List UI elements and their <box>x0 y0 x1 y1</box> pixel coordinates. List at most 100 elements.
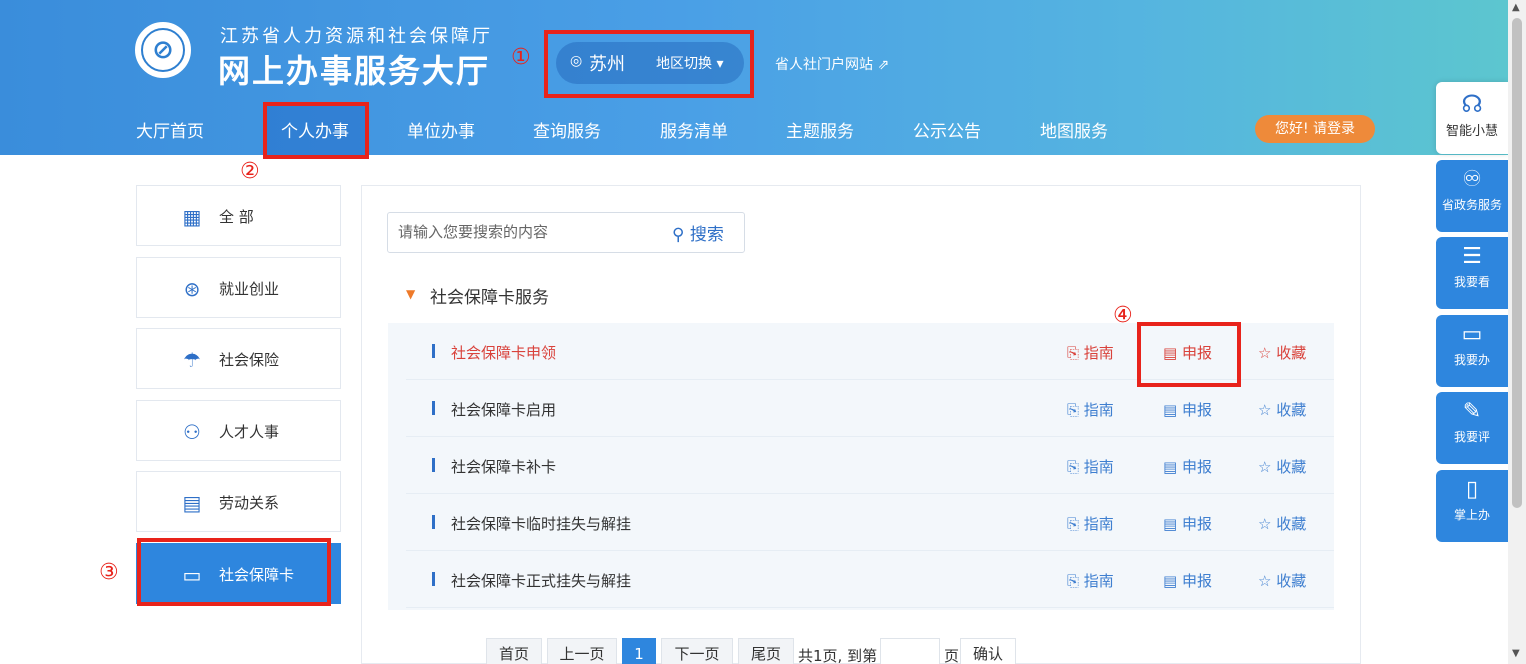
handle-label: 我要办 <box>1453 353 1490 367</box>
favorite-button[interactable]: ☆ 收藏 <box>1258 399 1306 420</box>
apply-label: 申报 <box>1181 458 1212 476</box>
apply-label: 申报 <box>1181 401 1212 419</box>
apply-button[interactable]: ▤ 申报 <box>1163 399 1212 420</box>
guide-icon: ⎘ <box>1067 458 1084 476</box>
grid-icon: ▦ <box>182 205 202 229</box>
favorite-button[interactable]: ☆ 收藏 <box>1258 456 1306 477</box>
sidebar-item-label: 全 部 <box>219 208 254 226</box>
favorite-label: 收藏 <box>1276 401 1307 419</box>
handle-button[interactable]: ▭ 我要办 <box>1436 315 1508 387</box>
nav-query[interactable]: 查询服务 <box>533 117 601 142</box>
collapse-triangle-icon[interactable]: ▼ <box>406 287 415 301</box>
nav-personal[interactable]: 个人办事 <box>281 117 349 142</box>
nav-map[interactable]: 地图服务 <box>1040 117 1108 142</box>
table-row: 社会保障卡临时挂失与解挂 ⎘ 指南 ▤ 申报 ☆ 收藏 <box>406 494 1334 551</box>
favorite-button[interactable]: ☆ 收藏 <box>1258 513 1306 534</box>
search-input[interactable] <box>398 221 658 243</box>
service-name[interactable]: 社会保障卡正式挂失与解挂 <box>451 570 631 591</box>
nav-notice[interactable]: 公示公告 <box>913 117 981 142</box>
star-icon: ☆ <box>1258 572 1277 590</box>
tie-icon: ⊛ <box>183 277 201 301</box>
guide-label: 指南 <box>1083 458 1114 476</box>
guide-label: 指南 <box>1083 401 1114 419</box>
nav-company[interactable]: 单位办事 <box>407 117 475 142</box>
service-name[interactable]: 社会保障卡申领 <box>451 342 556 363</box>
view-button[interactable]: ☰ 我要看 <box>1436 237 1508 309</box>
page-number-input[interactable] <box>880 638 940 664</box>
gov-logo-icon: ♾ <box>1462 167 1482 192</box>
ai-assistant-button[interactable]: ☊ 智能小慧 <box>1436 82 1508 154</box>
search-button[interactable]: ⚲ 搜索 <box>672 220 724 245</box>
org-name: 江苏省人力资源和社会保障厅 <box>220 26 493 47</box>
favorite-label: 收藏 <box>1276 572 1307 590</box>
sidebar-item-labor[interactable]: ▤ 劳动关系 <box>136 471 341 532</box>
rate-button[interactable]: ✎ 我要评 <box>1436 392 1508 464</box>
gov-service-label: 省政务服务 <box>1441 198 1502 212</box>
guide-button[interactable]: ⎘ 指南 <box>1067 513 1114 534</box>
service-name[interactable]: 社会保障卡启用 <box>451 399 556 420</box>
umbrella-icon: ☂ <box>183 348 201 372</box>
annotation-2: ② <box>240 159 260 184</box>
apply-button[interactable]: ▤ 申报 <box>1163 570 1212 591</box>
sidebar-item-insurance[interactable]: ☂ 社会保险 <box>136 328 341 389</box>
service-name[interactable]: 社会保障卡补卡 <box>451 456 556 477</box>
guide-icon: ⎘ <box>1067 344 1084 362</box>
sidebar-item-talent[interactable]: ⚇ 人才人事 <box>136 400 341 461</box>
view-label: 我要看 <box>1453 275 1490 289</box>
nav-service-list[interactable]: 服务清单 <box>660 117 728 142</box>
last-page-button[interactable]: 尾页 <box>738 638 794 664</box>
annotation-1: ① <box>511 45 531 70</box>
next-page-button[interactable]: 下一页 <box>661 638 733 664</box>
highlight-box-apply <box>1137 322 1241 387</box>
service-name[interactable]: 社会保障卡临时挂失与解挂 <box>451 513 631 534</box>
nav-theme[interactable]: 主题服务 <box>786 117 854 142</box>
guide-button[interactable]: ⎘ 指南 <box>1067 456 1114 477</box>
apply-button[interactable]: ▤ 申报 <box>1163 513 1212 534</box>
star-icon: ☆ <box>1258 344 1277 362</box>
highlight-box-social-card <box>137 538 331 606</box>
scroll-down-arrow-icon[interactable]: ▼ <box>1512 648 1520 659</box>
sidebar-item-employment[interactable]: ⊛ 就业创业 <box>136 257 341 318</box>
favorite-button[interactable]: ☆ 收藏 <box>1258 342 1306 363</box>
guide-button[interactable]: ⎘ 指南 <box>1067 399 1114 420</box>
prev-page-button[interactable]: 上一页 <box>547 638 617 664</box>
sidebar-item-label: 就业创业 <box>219 280 280 298</box>
guide-icon: ⎘ <box>1067 572 1084 590</box>
section-title[interactable]: 社会保障卡服务 <box>430 283 549 308</box>
scrollbar-thumb[interactable] <box>1512 18 1522 508</box>
nav-home[interactable]: 大厅首页 <box>136 117 204 142</box>
guide-label: 指南 <box>1083 344 1114 362</box>
apply-label: 申报 <box>1181 572 1212 590</box>
guide-button[interactable]: ⎘ 指南 <box>1067 342 1114 363</box>
guide-icon: ⎘ <box>1067 515 1084 533</box>
guide-label: 指南 <box>1083 515 1114 533</box>
headset-icon: ☊ <box>1461 90 1483 118</box>
portal-link[interactable]: 省人社门户网站 ⇗ <box>775 54 889 74</box>
guide-label: 指南 <box>1083 572 1114 590</box>
favorite-button[interactable]: ☆ 收藏 <box>1258 570 1306 591</box>
search-icon: ⚲ <box>672 225 690 245</box>
site-title: 网上办事服务大厅 <box>218 52 491 90</box>
first-page-button[interactable]: 首页 <box>486 638 542 664</box>
sidebar-item-label: 人才人事 <box>219 423 280 441</box>
apply-button[interactable]: ▤ 申报 <box>1163 456 1212 477</box>
apply-label: 申报 <box>1181 515 1212 533</box>
current-page-button[interactable]: 1 <box>622 638 656 664</box>
favorite-label: 收藏 <box>1276 515 1307 533</box>
gov-service-button[interactable]: ♾ 省政务服务 <box>1436 160 1508 232</box>
table-row: 社会保障卡启用 ⎘ 指南 ▤ 申报 ☆ 收藏 <box>406 380 1334 437</box>
page-unit-text: 页 <box>944 647 960 664</box>
scroll-up-arrow-icon[interactable]: ▲ <box>1512 2 1520 13</box>
apply-icon: ▤ <box>1163 401 1182 419</box>
confirm-button[interactable]: 确认 <box>960 638 1016 664</box>
rate-label: 我要评 <box>1453 430 1490 444</box>
ministry-logo[interactable]: ⊘ <box>135 22 191 78</box>
mobile-button[interactable]: ▯ 掌上办 <box>1436 470 1508 542</box>
guide-button[interactable]: ⎘ 指南 <box>1067 570 1114 591</box>
apply-icon: ▤ <box>1163 458 1182 476</box>
sidebar-item-all[interactable]: ▦ 全 部 <box>136 185 341 246</box>
monitor-icon: ▭ <box>1461 322 1483 347</box>
login-button[interactable]: 您好! 请登录 <box>1255 115 1375 143</box>
sidebar-item-label: 劳动关系 <box>219 494 280 512</box>
phone-icon: ▯ <box>1465 477 1479 502</box>
